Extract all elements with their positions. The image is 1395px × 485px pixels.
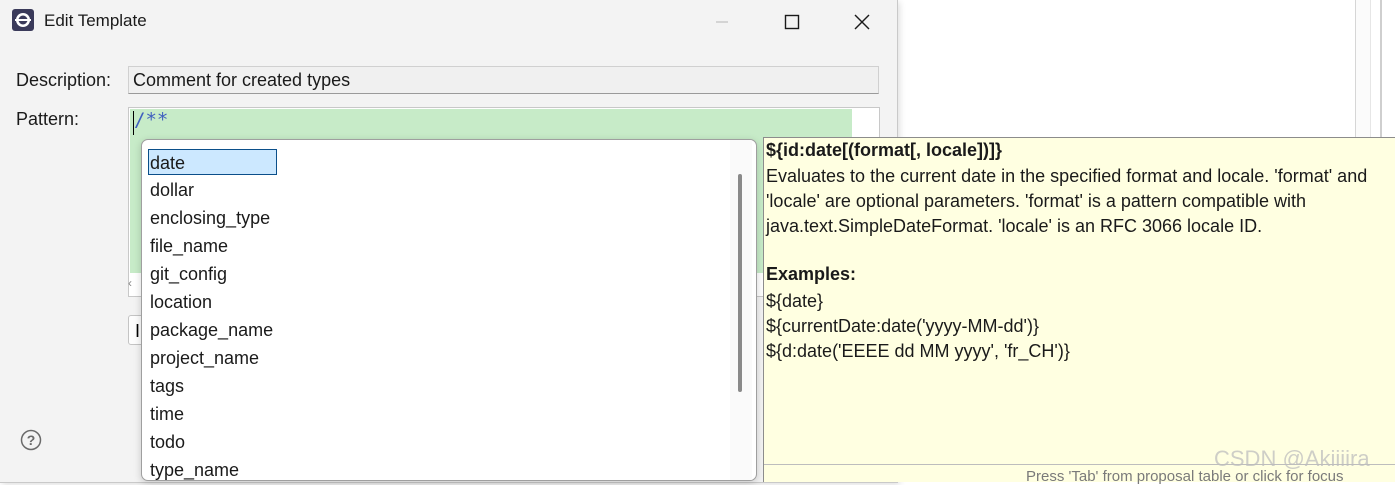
watermark: CSDN @Akiiiira [1214, 446, 1370, 471]
proposal-item[interactable]: project_name [148, 345, 261, 371]
info-example: ${currentDate:date('yyyy-MM-dd')} [766, 316, 1039, 336]
proposal-item[interactable]: file_name [148, 233, 230, 259]
eclipse-app-icon [12, 9, 34, 31]
pattern-text: /** [134, 109, 169, 131]
info-examples-heading: Examples: [766, 264, 857, 284]
title-bar[interactable]: Edit Template [0, 0, 897, 42]
proposal-item[interactable]: package_name [148, 317, 275, 343]
dialog-title: Edit Template [44, 11, 147, 30]
proposal-scrollbar-thumb[interactable] [738, 174, 742, 392]
proposal-item[interactable]: enclosing_type [148, 205, 272, 231]
description-label: Description: [16, 70, 112, 90]
info-signature: ${id:date[(format[, locale])]} [766, 140, 1003, 160]
proposal-item[interactable]: date [148, 149, 277, 175]
proposal-item[interactable]: todo [148, 429, 187, 455]
maximize-icon [784, 14, 800, 30]
proposal-item[interactable]: dollar [148, 177, 196, 203]
maximize-button[interactable] [762, 4, 822, 40]
proposal-list: date dollar enclosing_type file_name git_con… [142, 140, 732, 480]
proposal-item[interactable]: git_config [148, 261, 229, 287]
proposal-item[interactable]: type_name [148, 457, 241, 480]
info-popup[interactable]: ${id:date[(format[, locale])]} Evaluates… [763, 137, 1395, 485]
close-icon [854, 14, 870, 30]
proposal-popup: date dollar enclosing_type file_name git_con… [141, 139, 757, 481]
info-description: Evaluates to the current date in the spe… [766, 166, 1368, 236]
scroll-left-icon[interactable]: ‹ [128, 276, 142, 298]
proposal-item[interactable]: time [148, 401, 186, 427]
minimize-icon [716, 21, 728, 23]
minimize-button[interactable] [692, 4, 752, 40]
help-icon[interactable]: ? [20, 429, 42, 451]
text-caret [133, 111, 134, 135]
proposal-item[interactable]: location [148, 289, 214, 315]
info-example: ${d:date('EEEE dd MM yyyy', 'fr_CH')} [766, 341, 1070, 361]
close-button[interactable] [832, 4, 892, 40]
description-field[interactable]: Comment for created types [128, 66, 879, 94]
svg-text:?: ? [27, 432, 36, 448]
proposal-item[interactable]: tags [148, 373, 186, 399]
pattern-label: Pattern: [16, 109, 80, 129]
info-example: ${date} [766, 291, 824, 311]
